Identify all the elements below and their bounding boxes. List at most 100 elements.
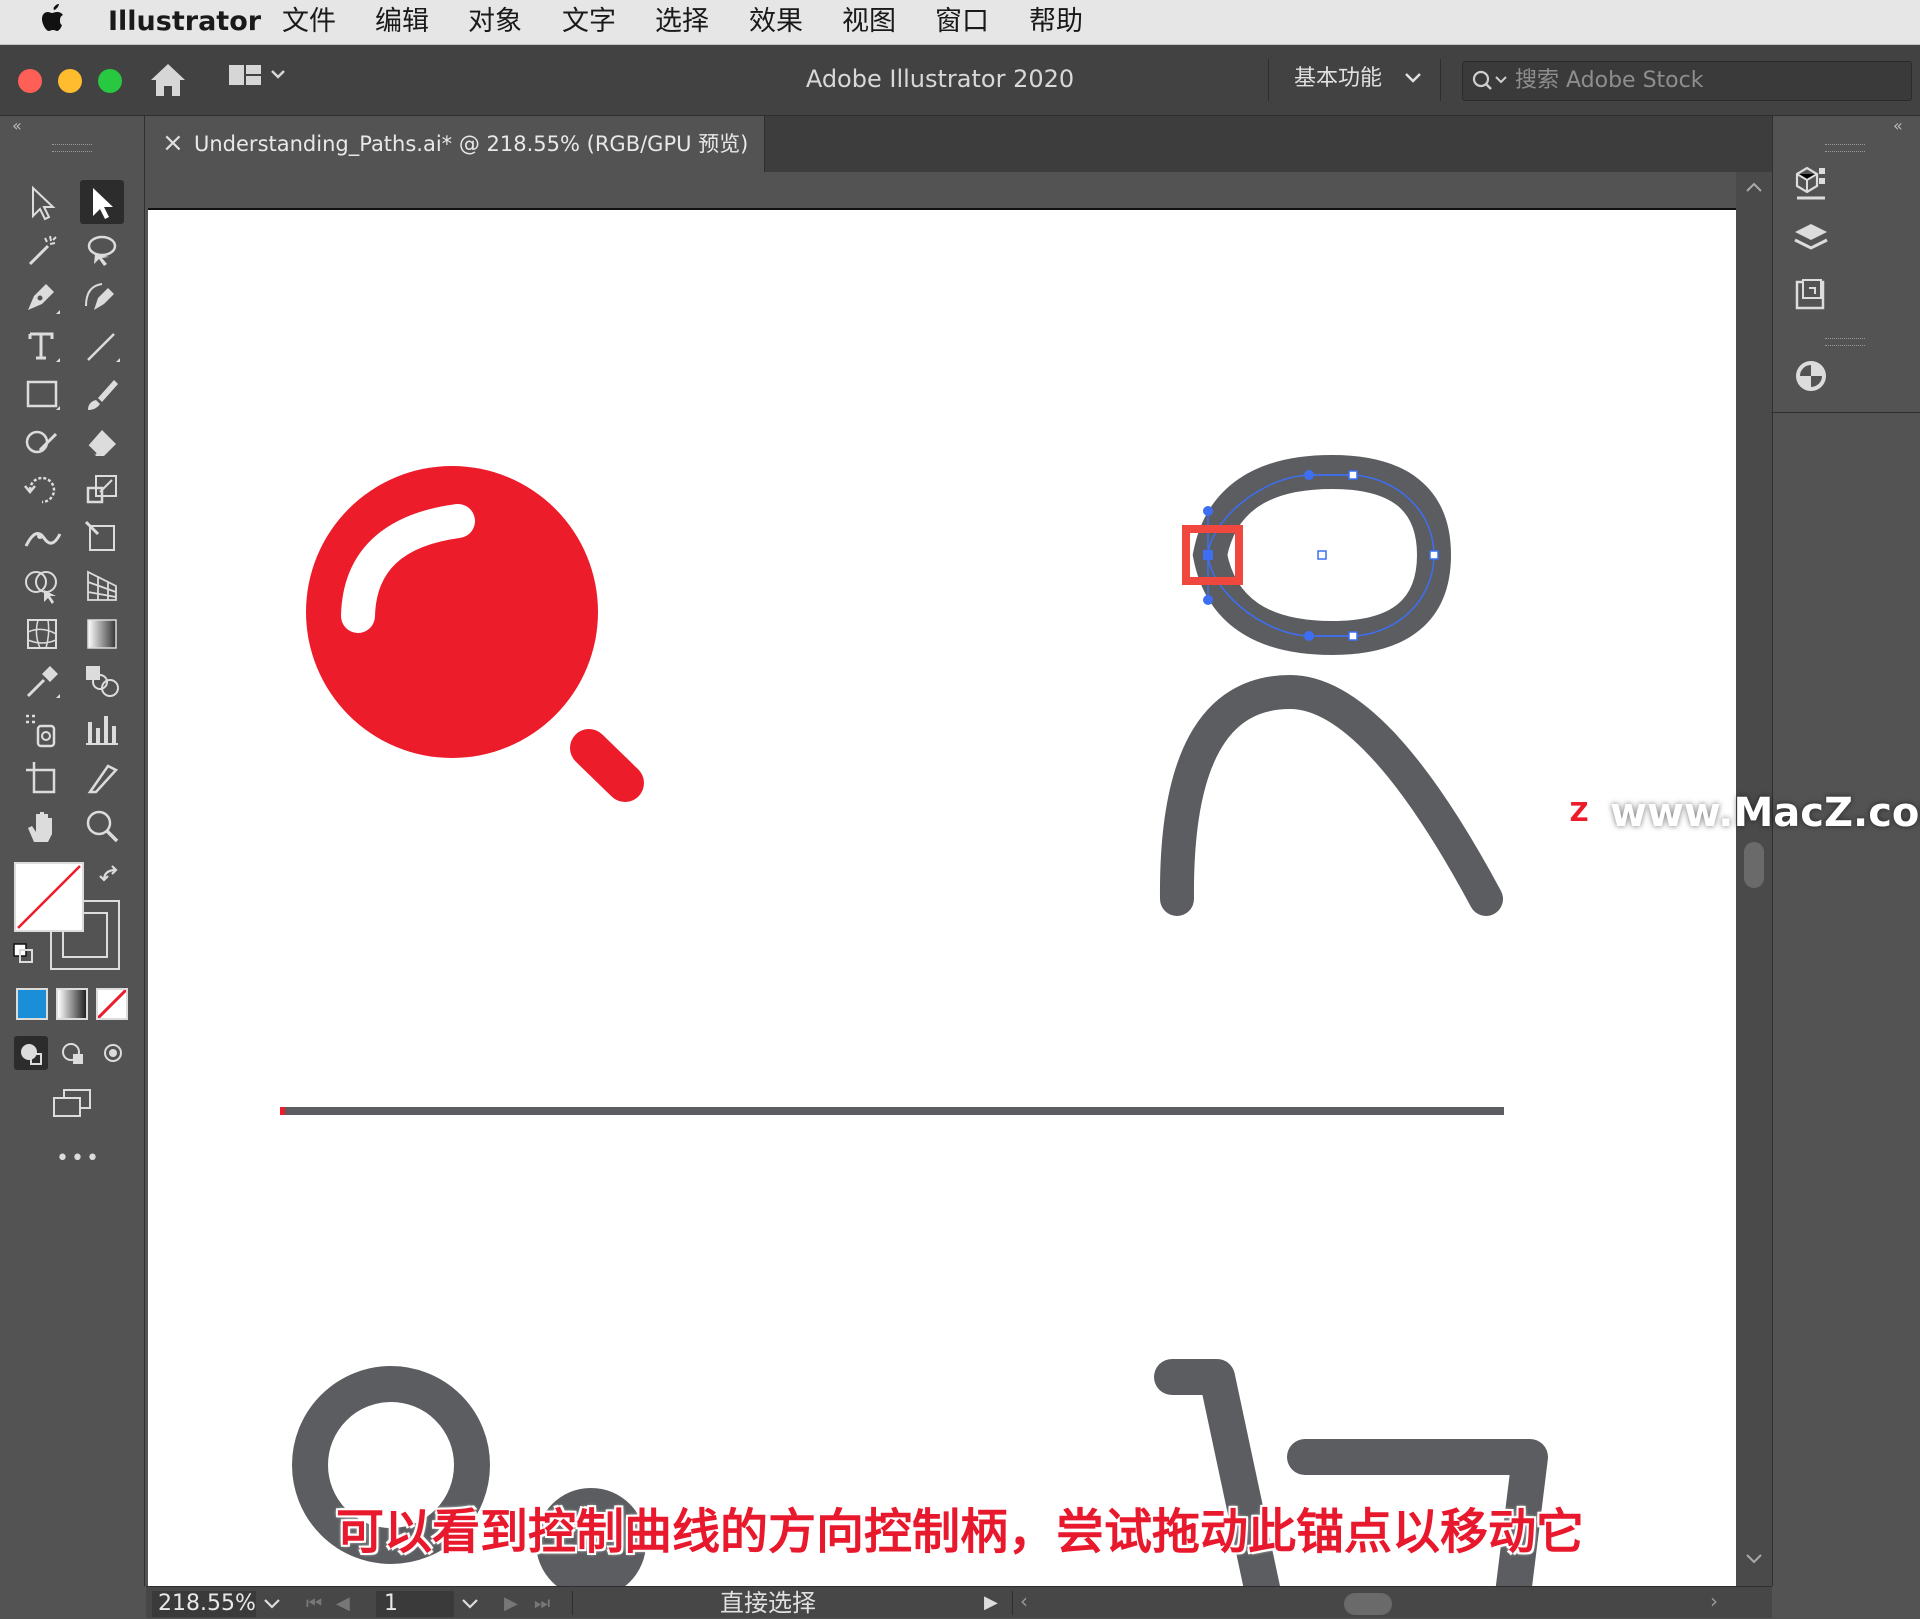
menu-type[interactable]: 文字 — [562, 5, 616, 39]
gradient-mode-button[interactable] — [56, 988, 88, 1020]
person-body-path[interactable] — [1159, 674, 1503, 916]
artboard-tool[interactable] — [20, 756, 64, 800]
panel-grip[interactable] — [52, 144, 92, 152]
search-icon-artwork[interactable] — [306, 466, 644, 802]
watermark-logo-icon: Z — [1560, 794, 1598, 832]
last-artboard-icon[interactable]: ⏭ — [534, 1593, 550, 1614]
width-tool[interactable] — [20, 516, 64, 560]
first-artboard-icon[interactable]: ⏮ — [306, 1593, 322, 1614]
swap-fill-stroke-icon[interactable] — [98, 862, 124, 892]
vertical-scrollbar[interactable] — [1736, 172, 1772, 1586]
menu-edit[interactable]: 编辑 — [375, 5, 429, 39]
curvature-tool[interactable] — [80, 276, 124, 320]
color-themes-panel-icon[interactable] — [1789, 354, 1833, 402]
type-tool[interactable] — [20, 324, 64, 368]
artboard-number-field[interactable]: 1 — [376, 1591, 454, 1617]
divider — [1440, 59, 1441, 101]
panel-grip[interactable] — [1825, 144, 1865, 152]
line-start-anchor — [280, 1107, 285, 1115]
watermark: Z www.MacZ.com — [1560, 786, 1920, 842]
next-artboard-icon[interactable]: ▶ — [504, 1593, 518, 1614]
watermark-text: www.MacZ.com — [1610, 790, 1920, 836]
pen-tool[interactable] — [20, 276, 64, 320]
right-panel-dock: « — [1772, 116, 1920, 1586]
scroll-thumb[interactable] — [1744, 842, 1764, 888]
scroll-left-icon[interactable]: ‹ — [1020, 1589, 1028, 1613]
menu-file[interactable]: 文件 — [282, 5, 336, 39]
shape-builder-tool[interactable] — [20, 564, 64, 608]
shaper-tool[interactable] — [20, 420, 64, 464]
arrange-documents-icon[interactable] — [228, 63, 288, 101]
default-fill-stroke-icon[interactable] — [12, 942, 36, 970]
hand-tool[interactable] — [20, 804, 64, 848]
eyedropper-tool[interactable] — [20, 660, 64, 704]
screen-mode-button[interactable] — [48, 1084, 96, 1124]
direct-selection-tool[interactable] — [80, 180, 124, 224]
zoom-level-field[interactable]: 218.55% — [152, 1591, 256, 1617]
magic-wand-tool[interactable] — [20, 228, 64, 272]
document-tab-label: Understanding_Paths.ai* @ 218.55% (RGB/G… — [194, 132, 749, 156]
perspective-grid-tool[interactable] — [80, 564, 124, 608]
color-mode-button[interactable] — [16, 988, 48, 1020]
workspace-switcher[interactable]: 基本功能 — [1294, 63, 1423, 95]
lasso-tool[interactable] — [80, 228, 124, 272]
eraser-tool[interactable] — [80, 420, 124, 464]
slice-tool[interactable] — [80, 756, 124, 800]
chevron-down-icon — [1405, 73, 1421, 83]
divider — [1012, 1591, 1013, 1615]
collapse-right-panel-button[interactable]: « — [1893, 116, 1903, 135]
free-transform-tool[interactable] — [80, 516, 124, 560]
chevron-down-icon[interactable] — [460, 1597, 480, 1611]
previous-artboard-icon[interactable]: ◀ — [336, 1593, 350, 1614]
zoom-window-button[interactable] — [98, 69, 122, 93]
draw-normal-button[interactable] — [14, 1036, 48, 1070]
minimize-window-button[interactable] — [58, 69, 82, 93]
paintbrush-tool[interactable] — [80, 372, 124, 416]
layers-panel-icon[interactable] — [1789, 218, 1833, 266]
collapse-panel-button[interactable]: « — [12, 116, 22, 135]
menu-view[interactable]: 视图 — [842, 5, 896, 39]
none-mode-button[interactable] — [96, 988, 128, 1020]
zoom-tool[interactable] — [80, 804, 124, 848]
horizontal-scroll-thumb[interactable] — [1344, 1593, 1392, 1615]
edit-toolbar-button[interactable]: ••• — [56, 1146, 101, 1171]
document-tab-bar: × Understanding_Paths.ai* @ 218.55% (RGB… — [146, 116, 1774, 172]
libraries-panel-icon[interactable] — [1789, 162, 1833, 210]
menu-select[interactable]: 选择 — [655, 5, 709, 39]
scroll-down-icon[interactable] — [1744, 1552, 1764, 1566]
scale-tool[interactable] — [80, 468, 124, 512]
panel-grip[interactable] — [1825, 338, 1865, 346]
rectangle-tool[interactable] — [20, 372, 64, 416]
scroll-right-icon[interactable]: › — [1710, 1589, 1718, 1613]
symbol-sprayer-tool[interactable] — [20, 708, 64, 752]
search-input-placeholder: 搜索 Adobe Stock — [1515, 68, 1704, 93]
gradient-tool[interactable] — [80, 612, 124, 656]
stock-search-box[interactable]: 搜索 Adobe Stock — [1462, 61, 1912, 101]
scroll-up-icon[interactable] — [1744, 180, 1764, 194]
chevron-down-icon[interactable] — [262, 1597, 282, 1611]
document-tab[interactable]: × Understanding_Paths.ai* @ 218.55% (RGB… — [146, 116, 765, 172]
fill-swatch-none[interactable] — [14, 862, 84, 932]
line-segment-tool[interactable] — [80, 324, 124, 368]
menu-help[interactable]: 帮助 — [1029, 5, 1083, 39]
draw-inside-button[interactable] — [96, 1036, 130, 1070]
close-tab-button[interactable]: × — [162, 128, 184, 158]
selection-tool[interactable] — [20, 180, 64, 224]
draw-behind-button[interactable] — [56, 1036, 90, 1070]
mesh-tool[interactable] — [20, 612, 64, 656]
mac-menubar: Illustrator 文件 编辑 对象 文字 选择 效果 视图 窗口 帮助 — [0, 0, 1920, 45]
column-graph-tool[interactable] — [80, 708, 124, 752]
artboards-panel-icon[interactable] — [1789, 272, 1833, 320]
blend-tool[interactable] — [80, 660, 124, 704]
status-menu-arrow-icon[interactable]: ▶ — [984, 1592, 998, 1613]
menu-effect[interactable]: 效果 — [749, 5, 803, 39]
close-window-button[interactable] — [18, 69, 42, 93]
home-icon[interactable] — [148, 61, 188, 103]
menu-object[interactable]: 对象 — [468, 5, 522, 39]
apple-menu-icon[interactable] — [40, 2, 68, 45]
app-menu[interactable]: Illustrator — [108, 5, 261, 39]
menu-window[interactable]: 窗口 — [935, 5, 989, 39]
artboard[interactable] — [148, 208, 1736, 1588]
rotate-tool[interactable] — [20, 468, 64, 512]
panel-divider — [1773, 412, 1920, 413]
